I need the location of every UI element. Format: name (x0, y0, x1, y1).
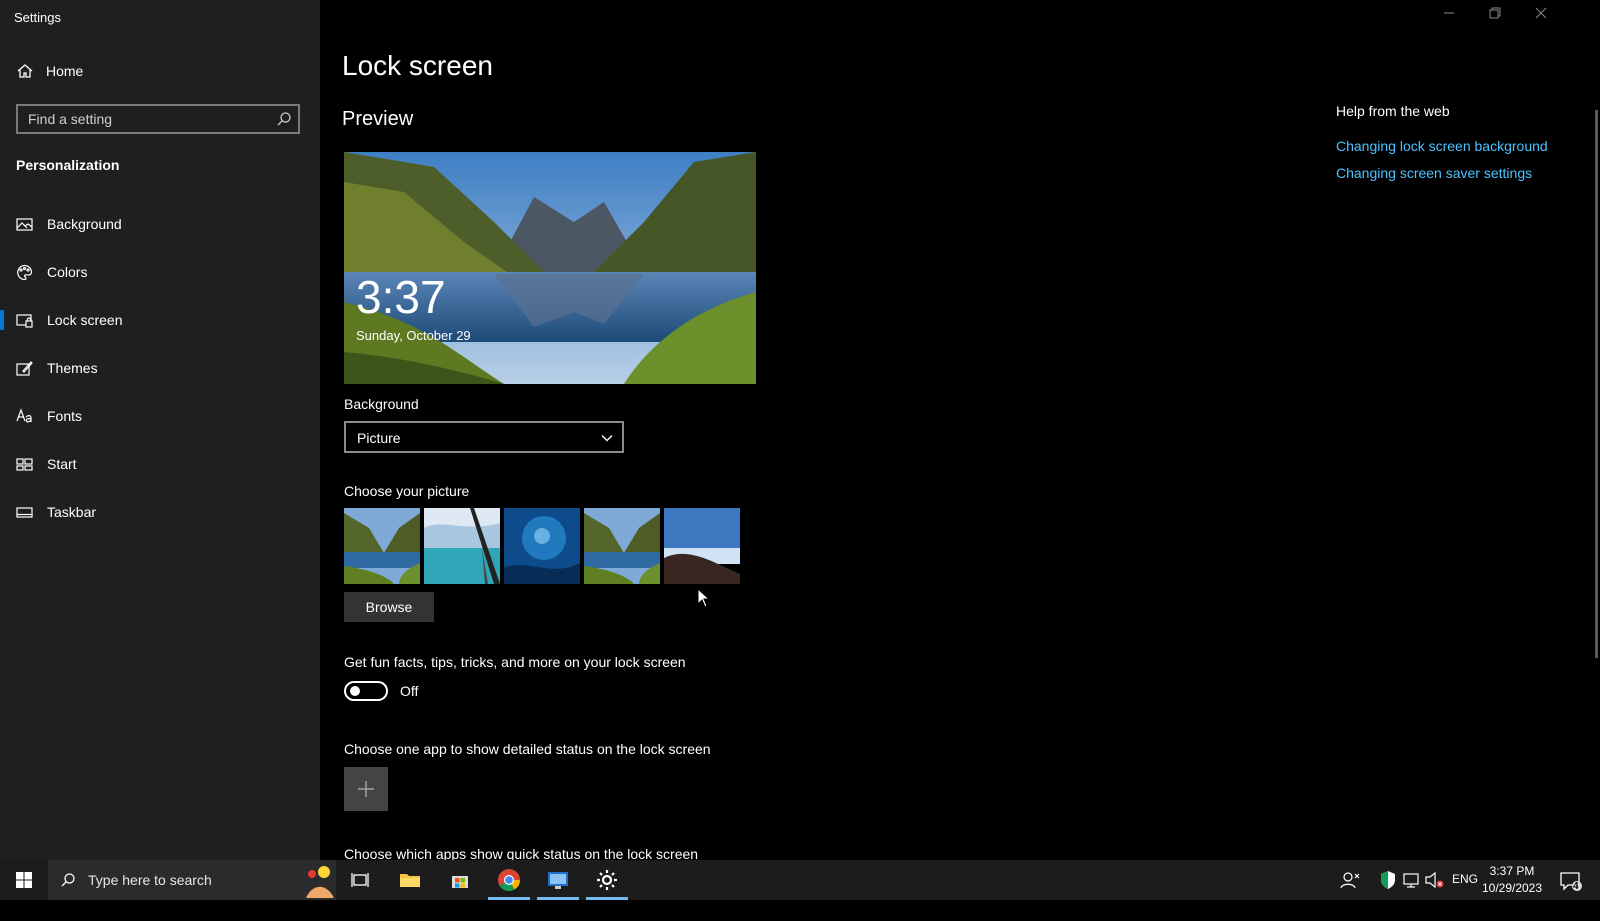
chrome-icon[interactable] (495, 866, 523, 894)
fun-facts-toggle-state: Off (400, 683, 419, 699)
taskbar-search-placeholder: Type here to search (88, 872, 212, 888)
taskbar-icon (16, 506, 33, 518)
sidebar-item-themes[interactable]: Themes (0, 344, 320, 392)
taskbar-date: 10/29/2023 (1481, 881, 1543, 895)
add-detailed-status-app-button[interactable] (344, 767, 388, 811)
detailed-status-label: Choose one app to show detailed status o… (344, 741, 711, 757)
windows-start-icon[interactable] (10, 866, 38, 894)
preview-heading: Preview (342, 108, 414, 130)
browse-button[interactable]: Browse (344, 592, 434, 622)
thumbnail-coastline[interactable] (664, 508, 740, 584)
sidebar-item-label: Fonts (47, 408, 83, 424)
themes-brush-icon (16, 360, 33, 376)
search-icon[interactable] (276, 111, 292, 127)
sidebar-item-taskbar[interactable]: Taskbar (0, 488, 320, 536)
file-explorer-icon[interactable] (396, 866, 424, 894)
people-icon[interactable] (1336, 866, 1364, 894)
sidebar-item-lock-screen[interactable]: Lock screen (0, 296, 320, 344)
close-button[interactable] (1526, 6, 1556, 26)
page-title: Lock screen (342, 50, 493, 81)
background-dropdown-value: Picture (357, 430, 401, 446)
background-dropdown[interactable]: Picture (344, 421, 624, 453)
sidebar-item-fonts[interactable]: Fonts (0, 392, 320, 440)
main-content: Lock screen Preview 3:37 Sunday, October… (320, 0, 1600, 862)
home-icon (17, 64, 33, 78)
volume-muted-icon[interactable] (1420, 866, 1448, 894)
microsoft-store-icon[interactable] (446, 866, 474, 894)
lock-screen-icon (16, 313, 33, 328)
home-nav-item[interactable]: Home (16, 62, 83, 80)
choose-picture-label: Choose your picture (344, 483, 470, 499)
thumbnail-underwater[interactable] (504, 508, 580, 584)
picture-icon (16, 217, 33, 231)
thumbnail-sailboat[interactable] (424, 508, 500, 584)
remote-desktop-icon[interactable] (544, 866, 572, 894)
background-label: Background (344, 396, 419, 412)
help-link-lock-screen-background[interactable]: Changing lock screen background (1336, 138, 1548, 154)
sidebar-item-start[interactable]: Start (0, 440, 320, 488)
minimize-button[interactable] (1434, 6, 1464, 26)
plus-icon (358, 781, 374, 797)
notification-count-badge: 4 (1573, 881, 1579, 892)
minimize-icon (1444, 12, 1454, 14)
help-link-screen-saver[interactable]: Changing screen saver settings (1336, 165, 1532, 181)
thumbnail-mountain-lake-1[interactable] (344, 508, 420, 584)
action-center-icon[interactable] (1556, 866, 1584, 894)
sidebar-nav: Background Colors Lock screen Themes Fon… (0, 200, 320, 536)
sidebar-item-label: Start (47, 456, 77, 472)
task-view-icon[interactable] (346, 866, 374, 894)
fun-facts-toggle[interactable] (344, 681, 388, 701)
search-highlight-illustration-icon (306, 866, 334, 898)
settings-gear-icon[interactable] (593, 866, 621, 894)
help-heading: Help from the web (1336, 103, 1450, 119)
preview-date: Sunday, October 29 (356, 328, 471, 343)
scrollbar[interactable] (1595, 110, 1598, 658)
close-icon (1535, 7, 1547, 19)
preview-clock: 3:37 (356, 271, 446, 323)
taskbar: Type here to search ENG 3:37 PM 10/29/20… (0, 860, 1600, 900)
picture-thumbnails (344, 508, 740, 584)
fun-facts-label: Get fun facts, tips, tricks, and more on… (344, 654, 686, 670)
search-icon (61, 873, 75, 887)
toggle-knob (350, 686, 360, 696)
find-setting-input[interactable] (18, 106, 288, 132)
sidebar: Settings Home Personalization Background… (0, 0, 320, 860)
preview-landscape-image (344, 152, 756, 384)
chevron-down-icon (601, 435, 613, 442)
sidebar-item-label: Lock screen (47, 312, 123, 328)
lock-screen-preview: 3:37 Sunday, October 29 (344, 152, 756, 384)
palette-icon (17, 264, 33, 280)
restore-icon (1489, 7, 1501, 19)
sidebar-item-label: Taskbar (47, 504, 97, 520)
sidebar-item-label: Themes (47, 360, 98, 376)
sidebar-item-background[interactable]: Background (0, 200, 320, 248)
sidebar-item-label: Background (47, 216, 122, 232)
start-grid-icon (16, 457, 33, 471)
home-label: Home (46, 63, 84, 79)
taskbar-time: 3:37 PM (1489, 864, 1535, 878)
thumbnail-mountain-lake-2[interactable] (584, 508, 660, 584)
taskbar-search-box[interactable]: Type here to search (48, 860, 336, 900)
language-indicator[interactable]: ENG (1452, 872, 1478, 912)
sidebar-item-colors[interactable]: Colors (0, 248, 320, 296)
sidebar-item-label: Colors (47, 264, 88, 280)
font-icon (16, 407, 32, 422)
taskbar-clock[interactable]: 3:37 PM 10/29/2023 (1480, 863, 1544, 897)
find-setting-search[interactable] (16, 104, 300, 134)
mouse-cursor-icon (697, 588, 711, 608)
app-title: Settings (14, 10, 61, 25)
restore-button[interactable] (1480, 6, 1510, 26)
section-title: Personalization (16, 157, 120, 173)
